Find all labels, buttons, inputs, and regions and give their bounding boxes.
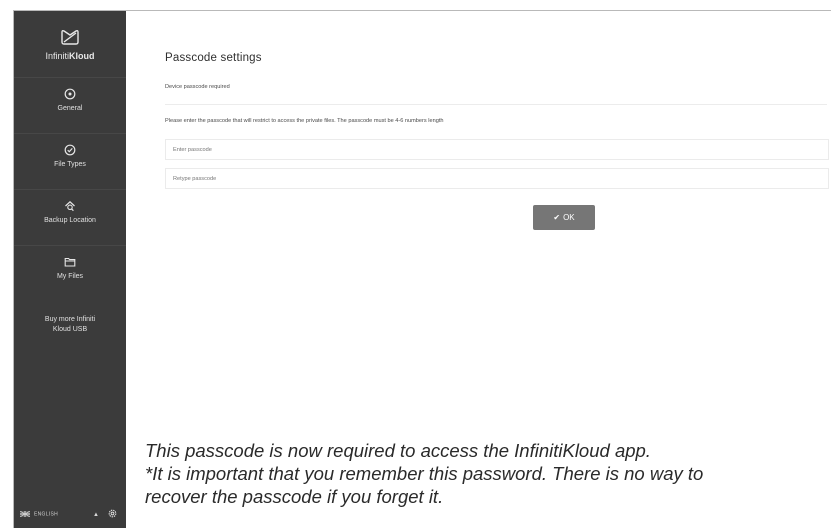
folder-icon <box>64 257 76 267</box>
check-circle-icon <box>64 144 76 156</box>
passcode-input[interactable] <box>165 139 829 160</box>
sidebar-item-label: Backup Location <box>44 217 96 224</box>
sidebar-item-label: My Files <box>56 273 84 280</box>
retype-passcode-input[interactable] <box>165 168 829 189</box>
passcode-description: Please enter the passcode that will rest… <box>165 118 444 124</box>
sidebar-item-general[interactable]: General <box>14 77 126 133</box>
caption-text: This passcode is now required to access … <box>145 439 825 508</box>
ok-label: OK <box>563 213 575 222</box>
section-subtitle: Device passcode required <box>165 84 230 90</box>
infinitikloud-logo-icon <box>61 29 79 45</box>
sidebar-item-label: File Types <box>54 161 86 168</box>
uk-flag-icon <box>20 511 30 517</box>
buy-more-line-1: Buy more Infiniti <box>44 316 96 323</box>
caption-line-2: *It is important that you remember this … <box>145 463 704 484</box>
buy-more-link[interactable]: Buy more Infiniti Kloud USB <box>14 315 126 335</box>
app-window: InfinitiKloud General File Types Backup … <box>13 10 831 528</box>
page-title: Passcode settings <box>165 52 262 64</box>
divider <box>165 104 827 105</box>
sidebar-item-file-types[interactable]: File Types <box>14 133 126 189</box>
brand-name: InfinitiKloud <box>45 51 95 61</box>
main-content: Passcode settings Device passcode requir… <box>126 11 831 528</box>
sidebar-item-my-files[interactable]: My Files <box>14 245 126 301</box>
backup-home-icon <box>65 200 75 212</box>
checkmark-icon: ✔ <box>553 213 561 222</box>
sidebar: InfinitiKloud General File Types Backup … <box>14 11 126 528</box>
caret-up-icon[interactable]: ▲ <box>93 512 99 518</box>
sidebar-item-backup-location[interactable]: Backup Location <box>14 189 126 245</box>
gear-icon[interactable] <box>107 508 118 519</box>
language-label: ENGLISH <box>34 511 59 518</box>
caption-line-3: recover the passcode if you forget it. <box>145 486 444 507</box>
buy-more-line-2: Kloud USB <box>52 326 88 333</box>
ok-button[interactable]: ✔ OK <box>533 205 595 230</box>
language-selector[interactable]: ENGLISH <box>20 511 58 517</box>
general-icon <box>64 88 76 100</box>
sidebar-item-label: General <box>57 105 83 112</box>
caption-line-1: This passcode is now required to access … <box>145 440 651 461</box>
logo[interactable]: InfinitiKloud <box>14 11 126 77</box>
